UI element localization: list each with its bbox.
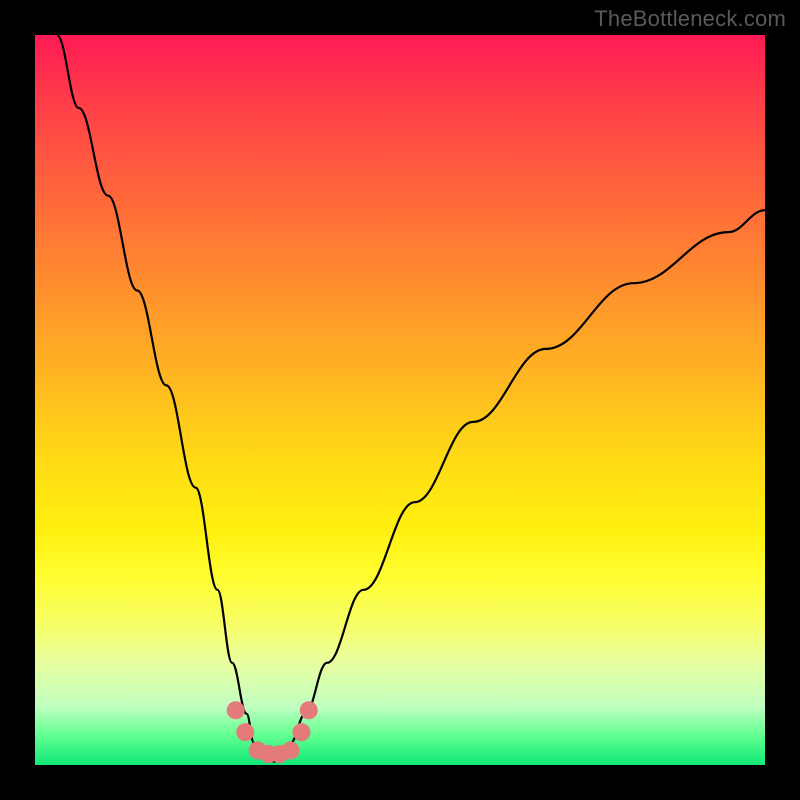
bottleneck-curve xyxy=(57,35,765,761)
curve-markers xyxy=(227,701,318,763)
chart-svg xyxy=(35,35,765,765)
marker-point xyxy=(282,741,300,759)
watermark-text: TheBottleneck.com xyxy=(594,6,786,32)
marker-point xyxy=(292,723,310,741)
marker-point xyxy=(227,701,245,719)
marker-point xyxy=(300,701,318,719)
marker-point xyxy=(236,723,254,741)
